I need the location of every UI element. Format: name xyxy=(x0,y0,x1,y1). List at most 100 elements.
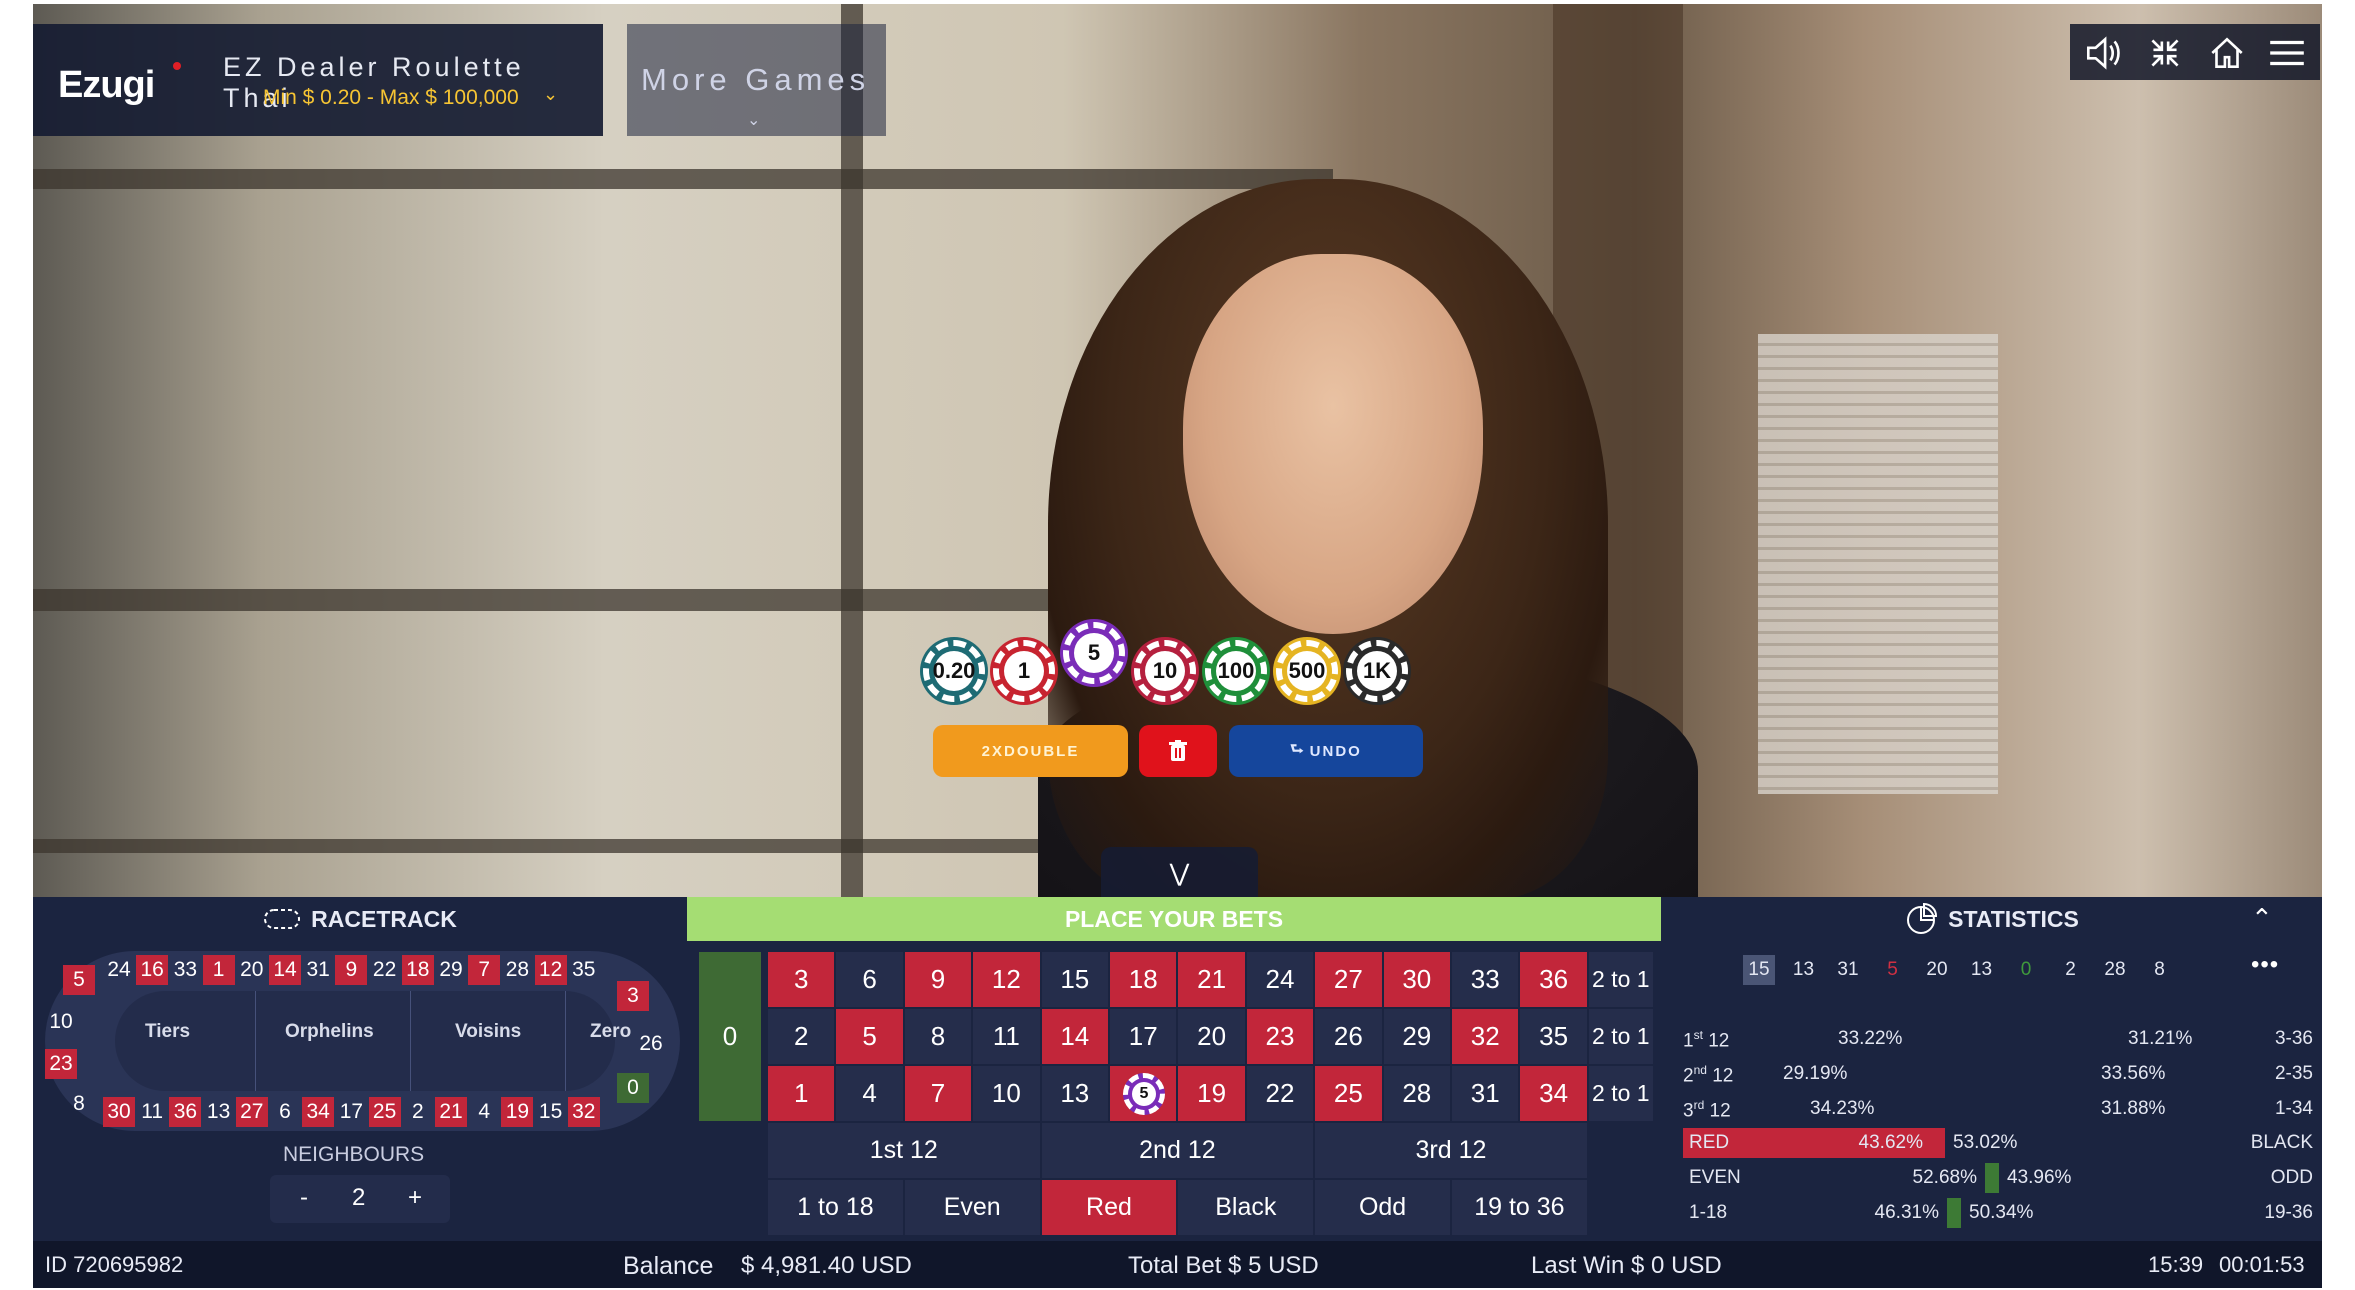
number-cell[interactable]: 8 xyxy=(903,1008,973,1065)
number-cell[interactable]: 19 xyxy=(1177,1065,1246,1122)
racetrack-number[interactable]: 18 xyxy=(401,955,434,985)
number-cell[interactable]: 22 xyxy=(1245,1065,1315,1122)
racetrack-number[interactable]: 20 xyxy=(236,955,268,985)
number-cell[interactable]: 31 xyxy=(1451,1065,1520,1122)
number-cell[interactable]: 6 xyxy=(835,951,904,1008)
outside-bet[interactable]: 19 to 36 xyxy=(1451,1179,1588,1236)
racetrack-number[interactable]: 6 xyxy=(269,1097,301,1127)
number-cell[interactable]: 30 xyxy=(1382,951,1451,1008)
racetrack-orphelins[interactable]: Orphelins xyxy=(285,1021,374,1043)
racetrack-number[interactable]: 30 xyxy=(103,1097,135,1127)
chip-100[interactable]: 100 xyxy=(1205,640,1267,702)
collapse-video-button[interactable]: ⋁ xyxy=(1101,847,1258,897)
number-cell[interactable]: 25 xyxy=(1314,1065,1383,1122)
racetrack-number[interactable]: 27 xyxy=(235,1097,268,1127)
number-cell[interactable]: 13 xyxy=(1040,1065,1109,1122)
number-cell[interactable]: 15 xyxy=(1040,951,1109,1008)
outside-bet[interactable]: Red xyxy=(1040,1179,1178,1236)
racetrack-number[interactable]: 23 xyxy=(45,1049,77,1079)
number-cell[interactable]: 18 xyxy=(1109,951,1178,1008)
minimize-icon[interactable] xyxy=(2144,32,2186,74)
number-cell[interactable]: 2 xyxy=(767,1008,836,1065)
column-bet[interactable]: 2 to 1 xyxy=(1587,1008,1654,1065)
racetrack-number[interactable]: 17 xyxy=(335,1097,367,1127)
racetrack-number[interactable]: 13 xyxy=(203,1097,235,1127)
bet-chip[interactable]: 5 xyxy=(1123,1073,1165,1115)
number-cell[interactable]: 4 xyxy=(835,1065,904,1122)
statistics-tab[interactable]: STATISTICS xyxy=(1661,897,2322,941)
number-cell[interactable]: 24 xyxy=(1245,951,1315,1008)
number-cell[interactable]: 33 xyxy=(1451,951,1520,1008)
more-history-button[interactable]: ••• xyxy=(2251,951,2279,979)
racetrack-zero[interactable]: Zero xyxy=(590,1021,631,1043)
chip-0.20[interactable]: 0.20 xyxy=(923,640,985,702)
number-cell[interactable]: 3 xyxy=(767,951,836,1008)
number-cell[interactable]: 5 xyxy=(1109,1065,1178,1122)
dozen-bet[interactable]: 3rd 12 xyxy=(1314,1122,1588,1179)
chip-1K[interactable]: 1K xyxy=(1346,640,1408,702)
undo-button[interactable]: ⮑ UNDO xyxy=(1229,725,1423,777)
racetrack-number[interactable]: 35 xyxy=(568,955,600,985)
chip-10[interactable]: 10 xyxy=(1134,640,1196,702)
racetrack-number[interactable]: 8 xyxy=(63,1089,95,1119)
number-cell[interactable]: 34 xyxy=(1519,1065,1588,1122)
dozen-bet[interactable]: 1st 12 xyxy=(767,1122,1041,1179)
outside-bet[interactable]: 1 to 18 xyxy=(767,1179,904,1236)
number-cell[interactable]: 1 xyxy=(767,1065,836,1122)
racetrack-number[interactable]: 31 xyxy=(302,955,334,985)
number-cell[interactable]: 5 xyxy=(835,1008,904,1065)
racetrack-number[interactable]: 36 xyxy=(169,1097,202,1127)
table-limits[interactable]: Min $ 0.20 - Max $ 100,000 xyxy=(263,86,519,110)
racetrack-number[interactable]: 1 xyxy=(202,955,235,985)
number-cell[interactable]: 12 xyxy=(972,951,1041,1008)
racetrack-number[interactable]: 19 xyxy=(501,1097,534,1127)
neighbours-plus-button[interactable]: + xyxy=(408,1184,422,1212)
outside-bet[interactable]: Odd xyxy=(1314,1179,1451,1236)
home-icon[interactable] xyxy=(2206,32,2248,74)
racetrack-tab[interactable]: RACETRACK xyxy=(33,897,687,941)
column-bet[interactable]: 2 to 1 xyxy=(1587,951,1654,1008)
number-cell[interactable]: 32 xyxy=(1451,1008,1520,1065)
racetrack-number[interactable]: 7 xyxy=(468,955,501,985)
chevron-up-icon[interactable]: ⌃ xyxy=(2251,903,2273,934)
speaker-icon[interactable] xyxy=(2082,32,2124,74)
double-button[interactable]: 2XDOUBLE xyxy=(933,725,1128,777)
number-cell[interactable]: 17 xyxy=(1109,1008,1178,1065)
racetrack-number[interactable]: 16 xyxy=(136,955,169,985)
number-cell[interactable]: 36 xyxy=(1519,951,1588,1008)
racetrack-number[interactable]: 10 xyxy=(45,1007,77,1037)
chip-500[interactable]: 500 xyxy=(1276,640,1338,702)
neighbours-minus-button[interactable]: - xyxy=(300,1184,308,1212)
racetrack-number[interactable]: 2 xyxy=(402,1097,434,1127)
number-cell[interactable]: 21 xyxy=(1177,951,1246,1008)
racetrack-number[interactable]: 34 xyxy=(302,1097,335,1127)
more-games-button[interactable]: More Games ⌄ xyxy=(627,24,886,136)
racetrack-number[interactable]: 12 xyxy=(534,955,567,985)
number-cell[interactable]: 14 xyxy=(1040,1008,1109,1065)
racetrack-number[interactable]: 14 xyxy=(269,955,301,985)
racetrack-number[interactable]: 29 xyxy=(435,955,467,985)
number-cell[interactable]: 7 xyxy=(903,1065,973,1122)
limits-chevron-down-icon[interactable]: ⌄ xyxy=(543,84,558,105)
racetrack-tiers[interactable]: Tiers xyxy=(145,1021,190,1043)
racetrack-number[interactable]: 0 xyxy=(617,1073,649,1103)
number-cell[interactable]: 10 xyxy=(972,1065,1041,1122)
racetrack-number[interactable]: 9 xyxy=(335,955,368,985)
racetrack-number[interactable]: 4 xyxy=(468,1097,500,1127)
racetrack-number[interactable]: 28 xyxy=(501,955,533,985)
number-cell[interactable]: 23 xyxy=(1245,1008,1315,1065)
column-bet[interactable]: 2 to 1 xyxy=(1587,1065,1654,1122)
menu-icon[interactable] xyxy=(2266,32,2308,74)
number-cell[interactable]: 20 xyxy=(1177,1008,1246,1065)
number-cell[interactable]: 11 xyxy=(972,1008,1041,1065)
number-cell[interactable]: 9 xyxy=(903,951,973,1008)
racetrack-number[interactable]: 33 xyxy=(169,955,201,985)
chip-5[interactable]: 5 xyxy=(1063,622,1125,684)
number-cell[interactable]: 26 xyxy=(1314,1008,1383,1065)
outside-bet[interactable]: Even xyxy=(903,1179,1041,1236)
number-cell[interactable]: 29 xyxy=(1382,1008,1451,1065)
racetrack-number[interactable]: 32 xyxy=(567,1097,600,1127)
chip-1[interactable]: 1 xyxy=(993,640,1055,702)
outside-bet[interactable]: Black xyxy=(1177,1179,1315,1236)
racetrack-voisins[interactable]: Voisins xyxy=(455,1021,521,1043)
